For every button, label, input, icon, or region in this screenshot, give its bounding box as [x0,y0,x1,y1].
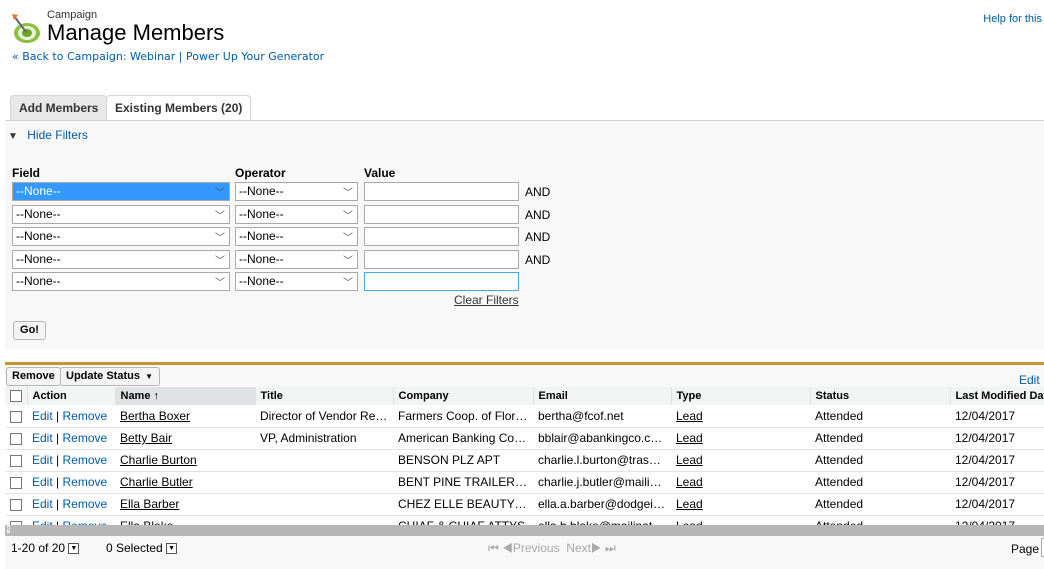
column-last-modified[interactable]: Last Modified Date [950,387,1044,405]
status-cell: Attended [810,449,950,472]
title-cell [255,471,393,494]
email-cell: charlie.l.burton@trashmail.com [533,449,671,472]
email-cell: ella.a.barber@dodgeit.com [533,493,671,516]
separator: | [56,497,60,511]
page-label: Page [1011,542,1040,556]
email-cell: ella.b.blake@mailinator.com [533,515,671,525]
last-modified-cell: 12/04/2017 [950,493,1044,516]
edit-link[interactable]: Edit [32,409,53,423]
table-row: Edit | Remove Betty Bair VP, Administrat… [5,427,1044,450]
range-text: 1-20 of 20 [11,541,66,555]
separator: | [56,431,60,445]
type-link[interactable]: Lead [676,409,703,423]
column-name[interactable]: Name ↑ [115,387,256,405]
member-name-link[interactable]: Charlie Butler [120,475,193,489]
prev-icon: ◀ [502,541,513,555]
column-company[interactable]: Company [393,387,534,405]
title-cell [255,515,393,525]
row-checkbox[interactable] [10,454,22,467]
member-name-link[interactable]: Bertha Boxer [120,409,190,423]
type-link[interactable]: Lead [676,431,703,445]
company-cell: CHIAF & CHIAF ATTYS [393,515,533,525]
title-cell: Director of Vendor Relations [255,405,393,428]
row-checkbox[interactable] [10,410,22,423]
horizontal-scrollbar[interactable]: ‹ [5,523,1044,536]
company-cell: Farmers Coop. of Florida [393,405,533,428]
row-checkbox[interactable] [10,476,22,489]
next-link: Next [566,541,591,555]
first-page-icon: ⏮ [488,541,499,555]
remove-link[interactable]: Remove [63,409,108,423]
column-type[interactable]: Type [671,387,811,405]
select-all-checkbox[interactable] [10,390,22,403]
table-row: Edit | Remove Charlie Burton BENSON PLZ … [5,449,1044,472]
edit-link[interactable]: Edit [32,475,53,489]
scroll-left-icon[interactable]: ‹ [7,523,10,533]
separator: | [56,453,60,467]
company-cell: CHEZ ELLE BEAUTY SALON [393,493,533,516]
status-cell: Attended [810,427,950,450]
table-row: Edit | Remove Bertha Boxer Director of V… [5,405,1044,428]
status-cell: Attended [810,493,950,516]
pagination-range[interactable]: 1-20 of 20 ▼ [11,541,80,555]
title-cell [255,449,393,472]
type-link[interactable]: Lead [676,497,703,511]
last-modified-cell: 12/04/2017 [950,449,1044,472]
status-cell: Attended [810,405,950,428]
table-row: Edit | Remove Ella Blake CHIAF & CHIAF A… [5,515,1044,525]
type-link[interactable]: Lead [676,475,703,489]
company-cell: American Banking Corp. [393,427,533,450]
members-table: Action Name ↑ Title Company Email Type S… [5,387,1044,525]
last-modified-cell: 12/04/2017 [950,515,1044,525]
last-page-icon: ⏭ [604,541,616,555]
last-modified-cell: 12/04/2017 [950,427,1044,450]
table-row: Edit | Remove Ella Barber CHEZ ELLE BEAU… [5,493,1044,516]
previous-link: Previous [512,541,560,555]
remove-link[interactable]: Remove [63,431,108,445]
column-title[interactable]: Title [255,387,394,405]
remove-link[interactable]: Remove [63,475,108,489]
status-cell: Attended [810,515,950,525]
next-icon: ▶ [590,541,602,555]
email-cell: bertha@fcof.net [533,405,671,428]
last-modified-cell: 12/04/2017 [950,405,1044,428]
last-modified-cell: 12/04/2017 [950,471,1044,494]
title-cell: VP, Administration [255,427,393,450]
selected-text: 0 Selected [106,541,163,555]
selected-dropdown-icon[interactable]: ▼ [166,543,178,555]
pager: ⏮ ◀Previous Next▶ ⏭ [488,541,616,556]
member-name-link[interactable]: Betty Bair [120,431,172,445]
range-dropdown-icon[interactable]: ▼ [68,543,80,555]
separator: | [56,408,60,423]
company-cell: BENT PINE TRAILER PARK [393,471,533,494]
selected-count[interactable]: 0 Selected ▼ [106,541,178,555]
email-cell: bblair@abankingco.com [533,427,671,450]
table-row: Edit | Remove Charlie Butler BENT PINE T… [5,471,1044,494]
separator: | [56,475,60,489]
status-cell: Attended [810,471,950,494]
column-action: Action [27,387,116,405]
company-cell: BENSON PLZ APT [393,449,533,472]
title-cell [255,493,393,516]
remove-link[interactable]: Remove [63,453,108,467]
type-link[interactable]: Lead [676,453,703,467]
remove-link[interactable]: Remove [63,497,108,511]
column-email[interactable]: Email [533,387,672,405]
edit-link[interactable]: Edit [32,453,53,467]
row-checkbox[interactable] [10,498,22,511]
edit-link[interactable]: Edit [32,431,53,445]
column-status[interactable]: Status [810,387,951,405]
member-name-link[interactable]: Charlie Burton [120,453,197,467]
edit-link[interactable]: Edit [32,497,53,511]
member-name-link[interactable]: Ella Barber [120,497,179,511]
row-checkbox[interactable] [10,432,22,445]
email-cell: charlie.j.butler@mailinator.com [533,471,671,494]
